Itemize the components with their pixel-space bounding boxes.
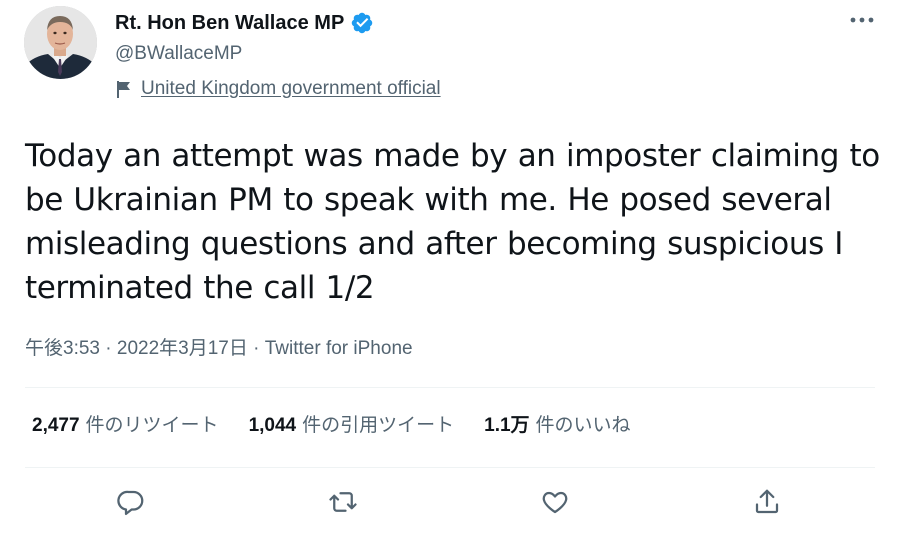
retweets-label: 件のリツイート <box>85 415 219 436</box>
tweet-stats: 2,477 件のリツイート 1,044 件の引用ツイート 1.1万 件のいいね <box>32 412 631 440</box>
heart-icon <box>542 491 568 514</box>
government-label[interactable]: United Kingdom government official <box>115 76 441 102</box>
more-options-button[interactable] <box>847 8 877 32</box>
likes-stat[interactable]: 1.1万 件のいいね <box>484 412 630 440</box>
tweet-text: Today an attempt was made by an imposter… <box>25 134 885 310</box>
meta-separator: · <box>247 338 265 359</box>
meta-separator: · <box>99 338 117 359</box>
quotes-label: 件の引用ツイート <box>302 415 455 436</box>
tweet-date[interactable]: 2022年3月17日 <box>117 338 248 359</box>
flag-icon <box>117 81 130 98</box>
avatar-photo <box>24 6 97 79</box>
like-button[interactable] <box>535 482 575 522</box>
quotes-stat[interactable]: 1,044 件の引用ツイート <box>249 412 455 440</box>
retweet-button[interactable] <box>323 482 363 522</box>
retweet-icon <box>329 492 357 512</box>
tweet-metadata: 午後3:53 · 2022年3月17日 · Twitter for iPhone <box>25 336 413 362</box>
user-handle[interactable]: @BWallaceMP <box>115 42 242 66</box>
display-name-row[interactable]: Rt. Hon Ben Wallace MP <box>115 10 374 36</box>
likes-count: 1.1万 <box>484 415 530 436</box>
retweets-count: 2,477 <box>32 415 80 436</box>
tweet-line: Today an attempt was made by an imposter… <box>25 138 880 174</box>
government-label-text[interactable]: United Kingdom government official <box>141 76 441 102</box>
share-icon <box>755 489 779 514</box>
avatar[interactable] <box>24 6 97 79</box>
tweet-time[interactable]: 午後3:53 <box>25 338 100 359</box>
retweets-stat[interactable]: 2,477 件のリツイート <box>32 412 219 440</box>
tweet-action-bar <box>0 482 905 526</box>
quotes-count: 1,044 <box>248 415 297 436</box>
tweet-line: be Ukrainian PM to speak with me. He pos… <box>25 182 832 218</box>
more-horizontal-icon <box>850 17 874 23</box>
tweet-line: misleading questions and after becoming … <box>25 226 844 262</box>
reply-button[interactable] <box>111 482 151 522</box>
share-button[interactable] <box>747 482 787 522</box>
display-name[interactable]: Rt. Hon Ben Wallace MP <box>115 10 344 36</box>
reply-icon <box>117 490 144 515</box>
likes-label: 件のいいね <box>535 415 631 436</box>
verified-badge-icon <box>352 12 373 34</box>
divider <box>25 387 875 388</box>
tweet-line: terminated the call 1/2 <box>25 270 375 306</box>
divider <box>25 467 875 468</box>
tweet-source[interactable]: Twitter for iPhone <box>265 338 413 359</box>
